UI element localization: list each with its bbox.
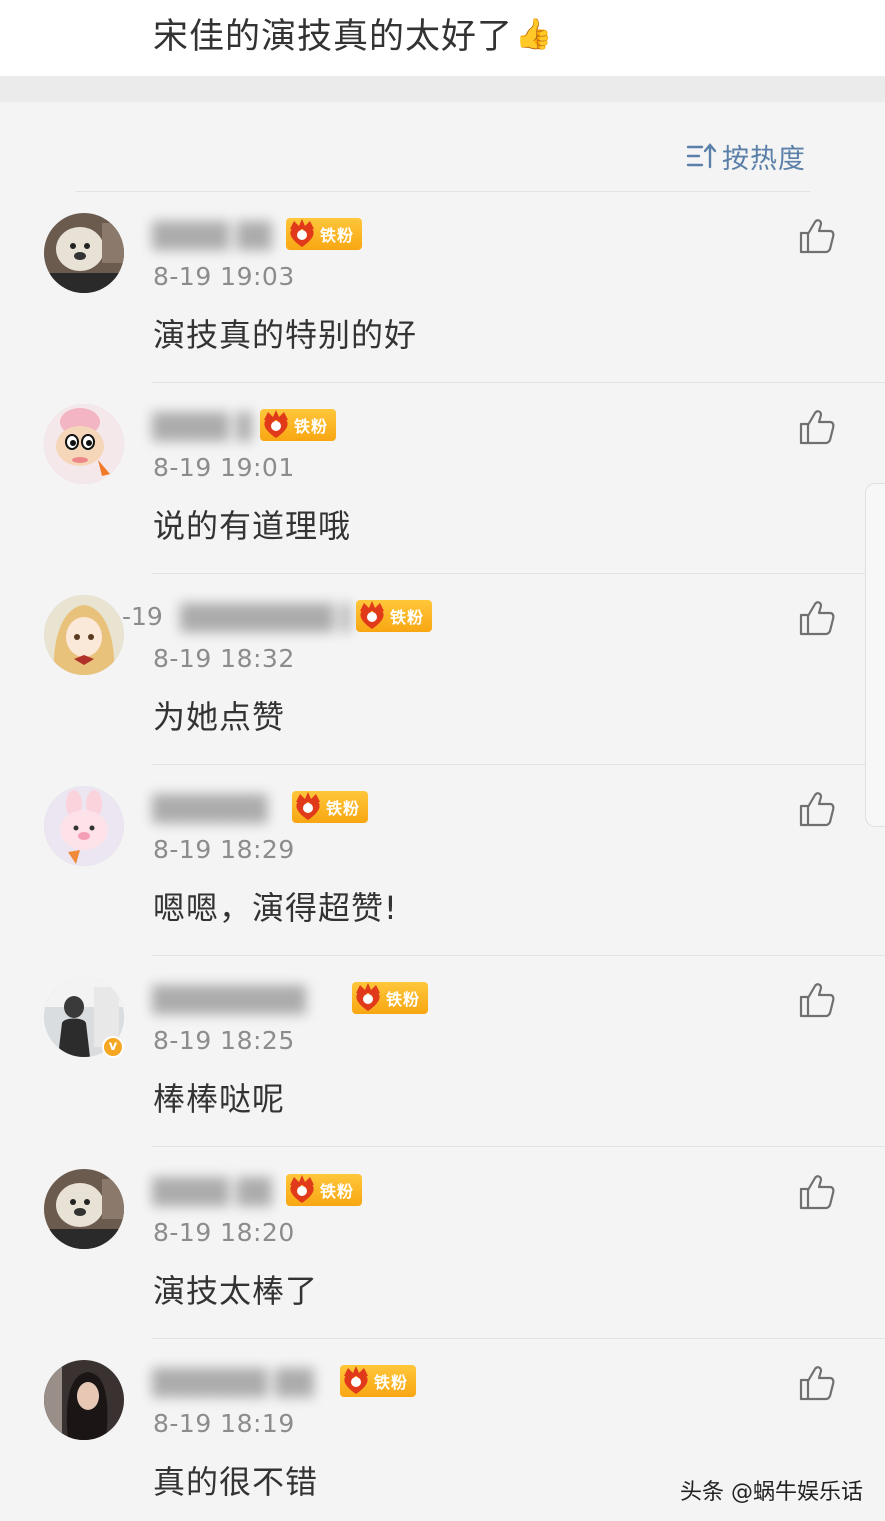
avatar-image: [44, 1360, 124, 1440]
avatar[interactable]: [44, 1360, 124, 1440]
sort-by-hot-button[interactable]: 按热度: [686, 136, 806, 176]
comment-item: ████ ██ 铁粉 8-19 19:03 演技真的特别的好: [0, 192, 885, 383]
fan-badge-label: 铁粉: [326, 799, 361, 818]
comment-time: 8-19 18:20: [153, 1218, 295, 1247]
avatar-image: [44, 1169, 124, 1249]
verified-badge: v: [102, 1036, 124, 1058]
fan-badge-label: 铁粉: [320, 226, 355, 245]
avatar[interactable]: [44, 595, 124, 675]
comment-text: 演技太棒了: [153, 1272, 319, 1310]
divider: [152, 1146, 885, 1147]
thumbs-up-icon: [799, 219, 835, 254]
crown-heart-icon: [264, 410, 288, 438]
fan-badge: 铁粉: [352, 982, 428, 1014]
fan-badge: 铁粉: [286, 1174, 362, 1206]
watermark: 头条 @蜗牛娱乐话: [680, 1480, 863, 1505]
avatar-image: [44, 595, 124, 675]
avatar-image: [44, 404, 124, 484]
post-text-content: 宋佳的演技真的太好了: [153, 17, 514, 57]
comment-text: 嗯嗯，演得超赞!: [153, 889, 398, 927]
comment-text: 演技真的特别的好: [153, 316, 418, 354]
fan-badge: 铁粉: [260, 409, 336, 441]
like-button[interactable]: [797, 980, 837, 1020]
section-separator: [0, 76, 885, 102]
crown-heart-icon: [344, 1366, 368, 1394]
like-button[interactable]: [797, 598, 837, 638]
thumbs-up-icon: [799, 792, 835, 827]
comment-time: 8-19 18:29: [153, 835, 295, 864]
fan-badge-label: 铁粉: [294, 417, 329, 436]
fan-badge-label: 铁粉: [390, 608, 425, 627]
username[interactable]: ████ ██: [152, 221, 272, 251]
crown-heart-icon: [356, 983, 380, 1011]
comment-item: v ████████ 铁粉 8-19 18:25 棒棒哒呢: [0, 956, 885, 1147]
crown-heart-icon: [290, 219, 314, 247]
thumbs-up-emoji: 👍: [515, 17, 554, 52]
comment-time: 8-19 18:32: [153, 644, 295, 673]
fan-badge: 铁粉: [340, 1365, 416, 1397]
username[interactable]: ████ ██: [152, 412, 252, 442]
comment-time: 8-19 19:03: [153, 262, 295, 291]
like-button[interactable]: [797, 407, 837, 447]
thumbs-up-icon: [799, 1366, 835, 1401]
thumbs-up-icon: [799, 601, 835, 636]
comment-time: 8-19 19:01: [153, 453, 295, 482]
avatar[interactable]: [44, 213, 124, 293]
crown-heart-icon: [296, 792, 320, 820]
username[interactable]: ████████: [152, 985, 342, 1015]
crown-heart-icon: [360, 601, 384, 629]
comment-text: 棒棒哒呢: [153, 1080, 286, 1118]
sort-icon: [686, 143, 717, 169]
avatar-image: [44, 786, 124, 866]
fan-badge: 铁粉: [286, 218, 362, 250]
username[interactable]: ████ ██: [152, 1177, 272, 1207]
stray-text: -19: [122, 602, 163, 631]
avatar[interactable]: [44, 404, 124, 484]
like-button[interactable]: [797, 216, 837, 256]
comment-item: -19 ████████ ██ 铁粉 8-19 18:32 为她点赞: [0, 574, 885, 765]
comment-item: ████ ██ 铁粉 8-19 18:20 演技太棒了: [0, 1148, 885, 1339]
fan-badge-label: 铁粉: [374, 1373, 409, 1392]
comment-text: 为她点赞: [153, 698, 286, 736]
fan-badge-label: 铁粉: [320, 1182, 355, 1201]
avatar-image: [44, 213, 124, 293]
thumbs-up-icon: [799, 1175, 835, 1210]
comment-time: 8-19 18:25: [153, 1026, 295, 1055]
fan-badge: 铁粉: [356, 600, 432, 632]
comment-time: 8-19 18:19: [153, 1409, 295, 1438]
fan-badge-label: 铁粉: [386, 990, 421, 1009]
crown-heart-icon: [290, 1175, 314, 1203]
avatar[interactable]: [44, 1169, 124, 1249]
scrollbar[interactable]: [865, 483, 885, 827]
username[interactable]: ██████ ██: [152, 1368, 332, 1398]
thumbs-up-icon: [799, 410, 835, 445]
sort-label: 按热度: [722, 143, 806, 175]
avatar[interactable]: [44, 786, 124, 866]
comment-item: ████ ██ 铁粉 8-19 19:01 说的有道理哦: [0, 383, 885, 574]
like-button[interactable]: [797, 789, 837, 829]
like-button[interactable]: [797, 1172, 837, 1212]
username[interactable]: ████████ ██: [180, 603, 350, 633]
comment-text: 说的有道理哦: [153, 507, 352, 545]
username[interactable]: ██████: [152, 794, 282, 824]
fan-badge: 铁粉: [292, 791, 368, 823]
original-post: 宋佳的演技真的太好了👍: [0, 0, 885, 76]
comment-text: 真的很不错: [153, 1463, 319, 1501]
post-text: 宋佳的演技真的太好了👍: [153, 8, 553, 59]
comment-item: ██████ 铁粉 8-19 18:29 嗯嗯，演得超赞!: [0, 765, 885, 956]
thumbs-up-icon: [799, 983, 835, 1018]
like-button[interactable]: [797, 1363, 837, 1403]
